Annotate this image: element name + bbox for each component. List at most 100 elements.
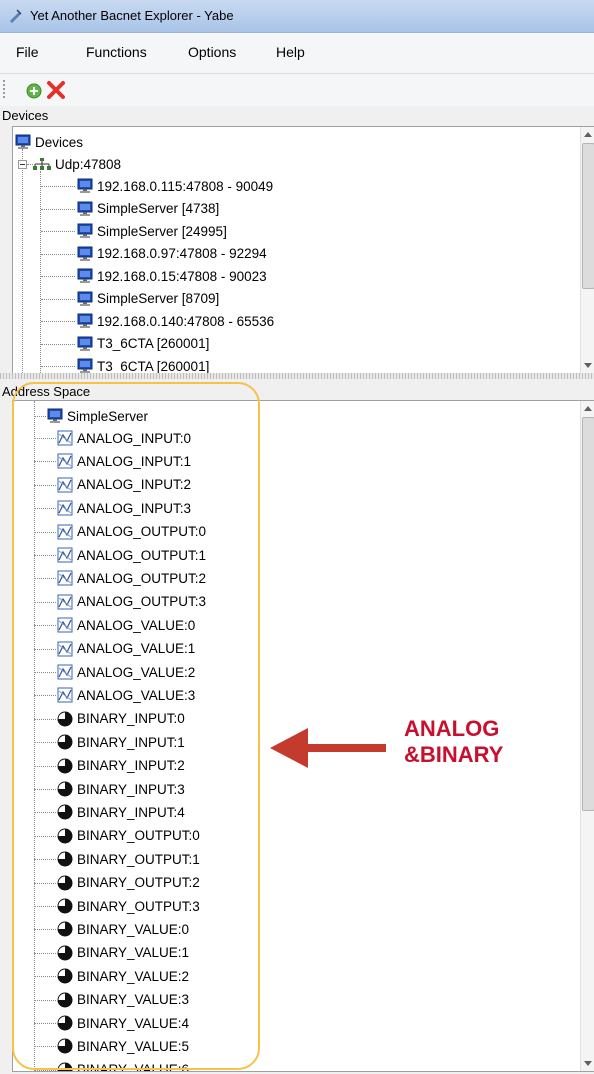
tree-item-binary-object[interactable]: BINARY_VALUE:1 [57, 942, 189, 964]
tree-item-binary-object[interactable]: BINARY_OUTPUT:1 [57, 848, 200, 870]
tree-item-binary-object[interactable]: BINARY_OUTPUT:2 [57, 872, 200, 894]
tree-item-device[interactable]: T3_6CTA [260001] [77, 333, 209, 355]
tree-item-label: BINARY_INPUT:3 [77, 781, 185, 797]
tree-connector-line [34, 484, 56, 486]
tree-item-analog-object[interactable]: ANALOG_VALUE:0 [57, 614, 195, 636]
tree-item-analog-object[interactable]: ANALOG_OUTPUT:2 [57, 567, 206, 589]
tree-connector-line [34, 578, 56, 580]
tree-item-device[interactable]: SimpleServer [4738] [77, 198, 219, 220]
devices-panel-label: Devices [2, 108, 49, 123]
address-space-label: Address Space [2, 384, 91, 399]
add-device-icon[interactable] [26, 83, 42, 99]
tree-connector-line [34, 812, 56, 814]
scroll-down-arrow[interactable] [584, 1061, 592, 1066]
tree-item-device[interactable]: 192.168.0.15:47808 - 90023 [77, 265, 267, 287]
scroll-down-arrow[interactable] [584, 363, 592, 368]
tree-item-label: ANALOG_OUTPUT:2 [77, 570, 207, 586]
tree-item-udp-port[interactable]: Udp:47808 [33, 153, 121, 175]
binary-object-icon [57, 968, 73, 984]
analog-object-icon [57, 664, 73, 680]
tree-item-label: T3_6CTA [260001] [97, 358, 210, 374]
tree-connector-line [41, 208, 75, 210]
tree-item-analog-object[interactable]: ANALOG_OUTPUT:3 [57, 591, 206, 613]
tree-item-label: ANALOG_VALUE:0 [77, 617, 196, 633]
tree-item-analog-object[interactable]: ANALOG_INPUT:0 [57, 427, 191, 449]
tree-item-analog-object[interactable]: ANALOG_INPUT:2 [57, 474, 191, 496]
tree-item-analog-object[interactable]: ANALOG_OUTPUT:0 [57, 521, 206, 543]
tree-connector-line [41, 186, 75, 187]
tree-item-binary-object[interactable]: BINARY_VALUE:3 [57, 989, 189, 1011]
collapse-toggle[interactable] [18, 160, 27, 169]
analog-object-icon [57, 500, 73, 516]
annotation-line-2: &BINARY [404, 742, 504, 767]
tree-item-label: BINARY_OUTPUT:0 [77, 828, 200, 844]
tree-item-binary-object[interactable]: BINARY_INPUT:3 [57, 778, 185, 800]
tree-item-binary-object[interactable]: BINARY_INPUT:0 [57, 708, 185, 730]
tree-connector-line [34, 765, 56, 767]
tree-item-device[interactable]: SimpleServer [8709] [77, 288, 219, 310]
tree-item-binary-object[interactable]: BINARY_VALUE:6 [57, 1059, 190, 1072]
menu-functions[interactable]: Functions [86, 44, 147, 60]
tree-connector-line [41, 366, 75, 367]
tree-connector-line [34, 929, 56, 931]
tree-item-label: ANALOG_INPUT:0 [77, 430, 192, 446]
tree-item-device[interactable]: 192.168.0.115:47808 - 90049 [77, 175, 273, 197]
tree-item-binary-object[interactable]: BINARY_VALUE:0 [57, 918, 189, 940]
delete-icon[interactable] [46, 80, 66, 100]
menu-bar: File Functions Options Help [0, 33, 594, 74]
tree-item-binary-object[interactable]: BINARY_VALUE:5 [57, 1035, 189, 1057]
tree-item-server[interactable]: SimpleServer [47, 405, 148, 427]
devices-root-icon [15, 134, 31, 149]
tree-connector-line [34, 882, 56, 884]
tree-connector-line [34, 952, 56, 954]
devices-scrollbar[interactable] [580, 127, 594, 373]
binary-object-icon [57, 804, 73, 820]
tree-item-binary-object[interactable]: BINARY_INPUT:1 [57, 731, 185, 753]
tree-item-devices-root[interactable]: Devices [15, 131, 83, 153]
tree-item-label: BINARY_VALUE:0 [77, 921, 190, 937]
scroll-thumb[interactable] [582, 417, 594, 811]
menu-file[interactable]: File [16, 44, 39, 60]
address-scrollbar[interactable] [580, 401, 594, 1071]
tree-item-device[interactable]: SimpleServer [24995] [77, 220, 227, 242]
tree-item-label: ANALOG_VALUE:1 [77, 641, 196, 657]
analog-object-icon [57, 547, 73, 563]
tree-item-label: ANALOG_OUTPUT:3 [77, 594, 207, 610]
tree-connector-line [41, 276, 75, 277]
menu-options[interactable]: Options [188, 44, 236, 60]
tree-item-binary-object[interactable]: BINARY_OUTPUT:0 [57, 825, 200, 847]
tree-item-binary-object[interactable]: BINARY_VALUE:2 [57, 965, 189, 987]
tree-item-binary-object[interactable]: BINARY_INPUT:4 [57, 801, 185, 823]
tree-item-analog-object[interactable]: ANALOG_VALUE:3 [57, 684, 195, 706]
toolbar-grip[interactable] [3, 80, 5, 98]
tree-connector-line [34, 416, 46, 417]
tree-connector-line [34, 508, 56, 510]
tree-item-analog-object[interactable]: ANALOG_VALUE:1 [57, 638, 195, 660]
tree-item-analog-object[interactable]: ANALOG_INPUT:3 [57, 497, 191, 519]
devices-tree[interactable]: Devices Udp:47808 192.168.0.115:47808 - … [12, 126, 594, 374]
network-icon [33, 158, 51, 170]
tree-item-analog-object[interactable]: ANALOG_VALUE:2 [57, 661, 195, 683]
scroll-up-arrow[interactable] [584, 406, 592, 411]
scroll-up-arrow[interactable] [584, 132, 592, 137]
app-icon [10, 9, 22, 23]
tree-item-label: BINARY_OUTPUT:1 [77, 851, 200, 867]
tree-item-device[interactable]: 192.168.0.140:47808 - 65536 [77, 310, 274, 332]
tree-item-label: ANALOG_INPUT:3 [77, 500, 192, 516]
tree-item-binary-object[interactable]: BINARY_OUTPUT:3 [57, 895, 200, 917]
tree-item-analog-object[interactable]: ANALOG_INPUT:1 [57, 450, 191, 472]
tree-item-device[interactable]: 192.168.0.97:47808 - 92294 [77, 243, 267, 265]
tree-item-binary-object[interactable]: BINARY_INPUT:2 [57, 755, 185, 777]
scroll-thumb[interactable] [582, 143, 594, 289]
tree-item-label: BINARY_VALUE:6 [77, 1062, 190, 1072]
tree-item-label: BINARY_VALUE:3 [77, 992, 190, 1008]
tree-connector-line [34, 625, 56, 627]
menu-help[interactable]: Help [276, 44, 305, 60]
tree-item-binary-object[interactable]: BINARY_VALUE:4 [57, 1012, 189, 1034]
tree-item-device[interactable]: T3_6CTA [260001] [77, 355, 210, 374]
panel-splitter[interactable] [0, 373, 594, 379]
tree-item-label: 192.168.0.115:47808 - 90049 [97, 178, 274, 194]
binary-object-icon [57, 1062, 73, 1071]
tree-item-analog-object[interactable]: ANALOG_OUTPUT:1 [57, 544, 206, 566]
tree-connector-line [34, 742, 56, 744]
